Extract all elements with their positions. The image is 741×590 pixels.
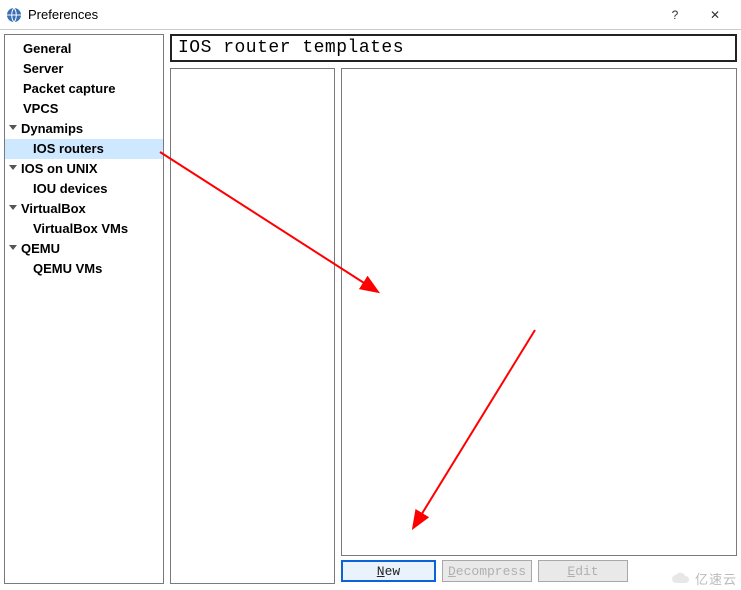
sidebar-item-virtualbox[interactable]: VirtualBox (5, 199, 163, 219)
page-title: IOS router templates (170, 34, 737, 62)
template-list[interactable] (170, 68, 335, 584)
sidebar-tree[interactable]: General Server Packet capture VPCS Dynam… (4, 34, 164, 584)
sidebar-item-vpcs[interactable]: VPCS (5, 99, 163, 119)
sidebar-item-ios-routers[interactable]: IOS routers (5, 139, 163, 159)
decompress-button[interactable]: Decompress (442, 560, 532, 582)
close-button[interactable]: ✕ (695, 0, 735, 30)
sidebar-item-packet-capture[interactable]: Packet capture (5, 79, 163, 99)
help-button[interactable]: ? (655, 0, 695, 30)
template-detail (341, 68, 737, 556)
content-area: General Server Packet capture VPCS Dynam… (0, 30, 741, 586)
sidebar-item-qemu[interactable]: QEMU (5, 239, 163, 259)
sidebar-item-virtualbox-vms[interactable]: VirtualBox VMs (5, 219, 163, 239)
titlebar: Preferences ? ✕ (0, 0, 741, 30)
panels: New Decompress Edit (170, 68, 737, 584)
sidebar-item-ios-on-unix[interactable]: IOS on UNIX (5, 159, 163, 179)
app-icon (6, 7, 22, 23)
sidebar-item-qemu-vms[interactable]: QEMU VMs (5, 259, 163, 279)
watermark: 亿速云 (671, 569, 737, 588)
detail-area: New Decompress Edit (341, 68, 737, 584)
watermark-text: 亿速云 (695, 569, 737, 588)
new-button[interactable]: New (341, 560, 436, 582)
sidebar-item-server[interactable]: Server (5, 59, 163, 79)
edit-button[interactable]: Edit (538, 560, 628, 582)
sidebar-item-iou-devices[interactable]: IOU devices (5, 179, 163, 199)
sidebar-item-dynamips[interactable]: Dynamips (5, 119, 163, 139)
main-area: IOS router templates New Decompress Edit (170, 34, 737, 584)
window-title: Preferences (28, 7, 655, 22)
sidebar-item-general[interactable]: General (5, 39, 163, 59)
